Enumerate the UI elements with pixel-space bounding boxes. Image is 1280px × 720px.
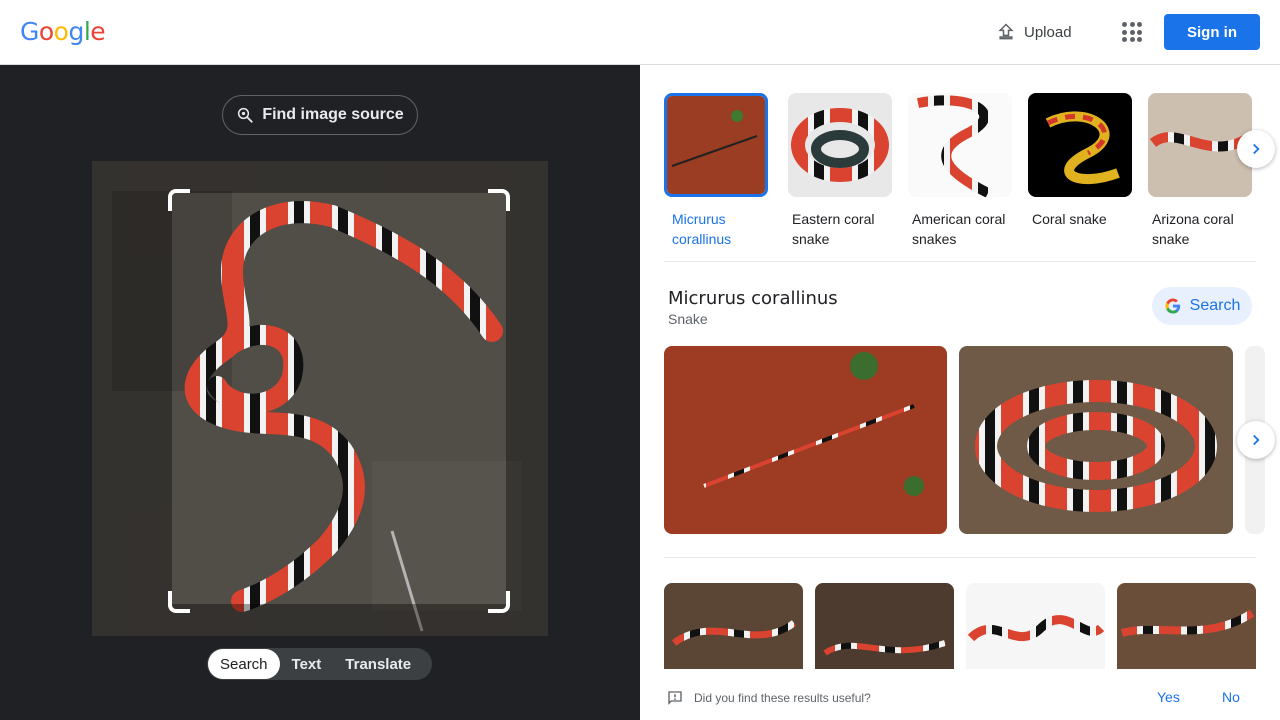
google-g-icon <box>1165 298 1180 314</box>
sign-in-button[interactable]: Sign in <box>1164 14 1260 50</box>
result-image[interactable] <box>815 583 954 673</box>
images-next-button[interactable] <box>1237 421 1275 459</box>
header: Google Upload Sign in <box>0 0 1280 65</box>
chevron-right-icon <box>1253 143 1260 155</box>
result-image[interactable] <box>664 583 803 673</box>
upload-icon <box>998 23 1014 40</box>
chips-next-button[interactable] <box>1237 130 1275 168</box>
chip-label: American coral snakes <box>912 211 1006 247</box>
logo-letter: G <box>20 17 39 46</box>
google-search-button[interactable]: Search <box>1152 287 1252 325</box>
query-image[interactable] <box>92 161 548 636</box>
feedback-no-button[interactable]: No <box>1222 689 1240 705</box>
chip-thumbnail <box>1028 93 1132 197</box>
results-pane: Micrurus corallinus Eastern coral snake … <box>640 65 1280 720</box>
lens-viewer: Find image source Search Text Translate <box>0 65 640 720</box>
logo-letter: g <box>68 17 84 46</box>
lens-search-icon <box>238 107 253 123</box>
feedback-yes-button[interactable]: Yes <box>1157 689 1180 705</box>
chevron-right-icon <box>1253 434 1260 446</box>
entity-chips: Micrurus corallinus Eastern coral snake … <box>664 93 1256 248</box>
logo-letter: o <box>53 17 69 46</box>
tab-text[interactable]: Text <box>280 649 334 679</box>
chip-micrurus-corallinus[interactable]: Micrurus corallinus <box>664 93 768 249</box>
logo-letter: o <box>38 17 54 46</box>
result-image[interactable] <box>966 583 1105 673</box>
logo-letter: e <box>90 17 106 46</box>
upload-button[interactable]: Upload <box>986 14 1082 50</box>
snake-photo <box>92 161 548 636</box>
feedback-icon <box>668 691 682 705</box>
feedback-question: Did you find these results useful? <box>694 691 871 705</box>
result-image[interactable] <box>1117 583 1256 673</box>
entity-subtitle: Snake <box>668 311 708 327</box>
chip-eastern-coral-snake[interactable]: Eastern coral snake <box>788 93 892 249</box>
feedback-bar: Did you find these results useful? Yes N… <box>640 669 1280 720</box>
chip-thumbnail <box>908 93 1012 197</box>
google-search-label: Search <box>1189 297 1241 314</box>
find-image-source-label: Find image source <box>262 106 404 123</box>
lens-mode-tabs: Search Text Translate <box>207 648 432 680</box>
google-logo[interactable]: Google <box>20 17 106 46</box>
chip-label: Micrurus corallinus <box>672 211 732 247</box>
apps-grid-icon[interactable] <box>1116 16 1148 48</box>
divider <box>664 261 1256 262</box>
tab-search[interactable]: Search <box>208 649 280 679</box>
tab-translate[interactable]: Translate <box>333 649 423 679</box>
entity-title: Micrurus corallinus <box>668 288 838 309</box>
result-image[interactable] <box>664 346 947 534</box>
chip-coral-snake[interactable]: Coral snake <box>1028 93 1132 229</box>
chip-thumbnail <box>664 93 768 197</box>
chip-label: Eastern coral snake <box>792 211 875 247</box>
chip-arizona-coral-snake[interactable]: Arizona coral snake <box>1148 93 1252 249</box>
chip-american-coral-snakes[interactable]: American coral snakes <box>908 93 1012 249</box>
result-image[interactable] <box>959 346 1233 534</box>
divider <box>664 557 1256 558</box>
find-image-source-button[interactable]: Find image source <box>222 95 418 135</box>
chip-label: Coral snake <box>1032 211 1107 227</box>
upload-label: Upload <box>1024 23 1072 41</box>
chip-thumbnail <box>788 93 892 197</box>
chip-label: Arizona coral snake <box>1152 211 1234 247</box>
